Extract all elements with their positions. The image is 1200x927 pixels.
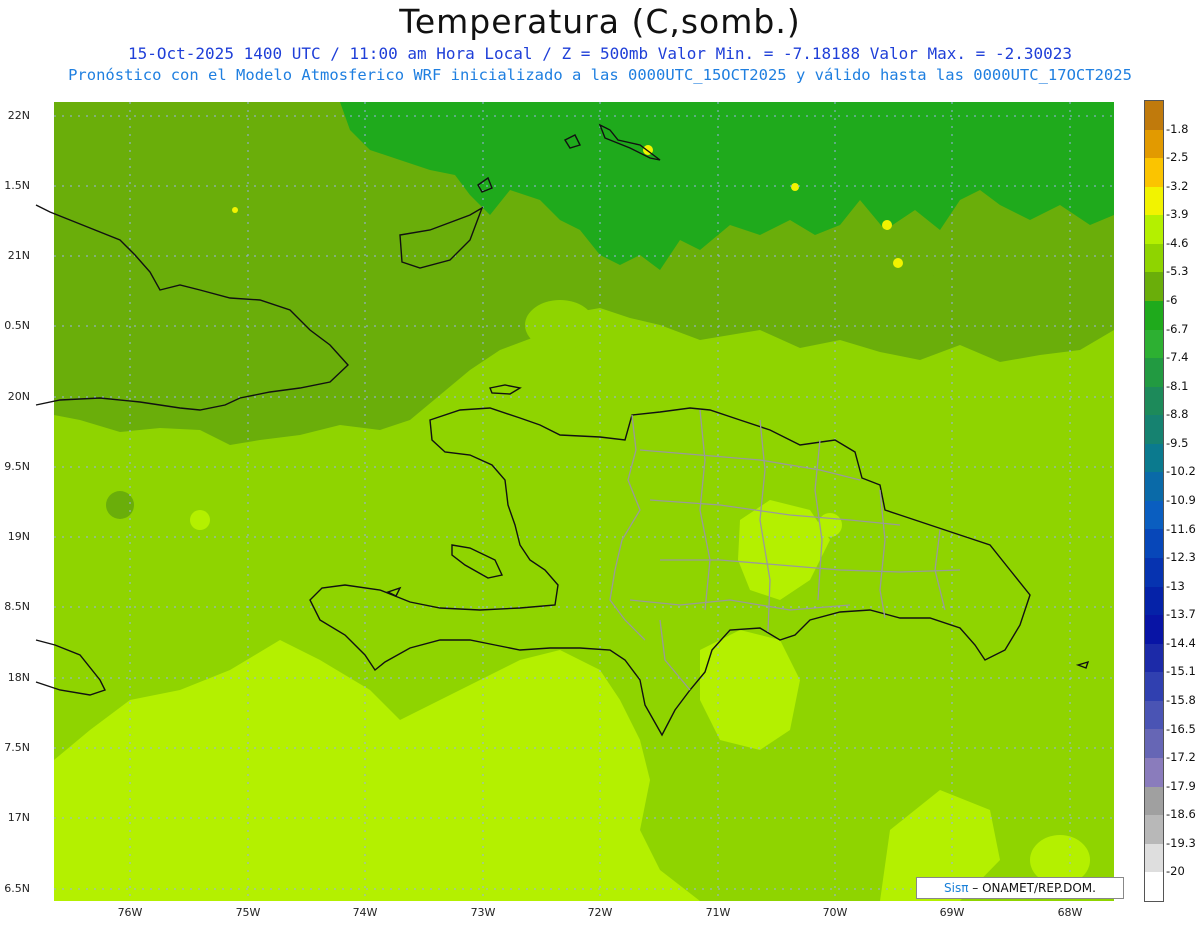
colorbar-label: -13.7 (1166, 607, 1196, 622)
colorbar-swatch (1145, 786, 1163, 816)
colorbar-swatch (1145, 386, 1163, 416)
colorbar-swatch (1145, 358, 1163, 387)
colorbar-swatch (1145, 158, 1163, 187)
lat-label: 8.5N (4, 600, 30, 613)
colorbar-label: -10.9 (1166, 493, 1196, 507)
lat-label: 18N (7, 671, 30, 684)
colorbar-swatch (1145, 300, 1163, 330)
colorbar-label: -3.2 (1166, 178, 1189, 193)
lat-label: 20N (7, 390, 30, 403)
colorbar-swatch (1145, 500, 1163, 530)
colorbar-label: -13 (1166, 578, 1185, 593)
colorbar-swatch (1145, 272, 1163, 301)
colorbar-label: -4.6 (1166, 235, 1189, 250)
lon-label: 70W (822, 906, 848, 919)
lon-label: 72W (587, 906, 613, 919)
colorbar-label: -15.1 (1166, 664, 1196, 679)
colorbar-label: -14.4 (1166, 635, 1196, 650)
colorbar-label: -7.4 (1166, 350, 1189, 365)
colorbar-label: -9.5 (1166, 435, 1189, 450)
colorbar-swatch (1145, 186, 1163, 216)
colorbar-swatch (1145, 757, 1163, 787)
colorbar-label: -15.8 (1166, 693, 1196, 707)
colorbar-label: -6.7 (1166, 321, 1189, 336)
lon-label: 75W (235, 906, 261, 919)
colorbar-label: -8.8 (1166, 407, 1189, 422)
colorbar-label: -5.3 (1166, 264, 1189, 279)
colorbar-swatch (1145, 843, 1163, 873)
colorbar-label: -8.1 (1166, 378, 1189, 393)
colorbar-label: -20 (1166, 864, 1185, 879)
colorbar-label: -17.9 (1166, 778, 1196, 793)
colorbar-label: -11.6 (1166, 521, 1196, 536)
temperature-map (35, 102, 1114, 901)
colorbar-label: -10.2 (1166, 464, 1196, 479)
colorbar-swatch (1145, 529, 1163, 558)
colorbar-swatch (1145, 615, 1163, 644)
lat-label: 22N (7, 109, 30, 122)
lon-label: 69W (939, 906, 965, 919)
lon-label: 71W (705, 906, 731, 919)
colorbar-swatch (1145, 415, 1163, 444)
colorbar-label: -12.3 (1166, 550, 1196, 565)
colorbar-swatch (1145, 129, 1163, 159)
colorbar-label: -18.6 (1166, 807, 1196, 822)
colorbar-swatch (1145, 672, 1163, 701)
colorbar-swatch (1145, 472, 1163, 501)
lat-label: 9.5N (4, 460, 30, 473)
credit-box: Sisπ – ONAMET/REP.DOM. (916, 877, 1124, 899)
lon-label: 73W (470, 906, 496, 919)
colorbar-label: -1.8 (1166, 121, 1189, 136)
colorbar-swatch (1145, 729, 1163, 758)
colorbar-swatch (1145, 586, 1163, 616)
colorbar-swatch (1145, 872, 1163, 901)
colorbar-label: -2.5 (1166, 150, 1189, 165)
colorbar-swatch (1145, 243, 1163, 273)
colorbar-label: -3.9 (1166, 207, 1189, 222)
lon-label: 68W (1057, 906, 1083, 919)
lat-label: 0.5N (4, 319, 30, 332)
colorbar-swatch (1145, 215, 1163, 244)
colorbar-swatch (1145, 815, 1163, 844)
lon-label: 76W (117, 906, 143, 919)
colorbar-label: -6 (1166, 293, 1178, 307)
colorbar (1144, 100, 1164, 902)
sispi-logo: Sisπ (944, 881, 969, 895)
lat-label: 6.5N (4, 882, 30, 895)
colorbar-swatch (1145, 643, 1163, 673)
lon-label: 74W (352, 906, 378, 919)
colorbar-swatch (1145, 329, 1163, 359)
colorbar-label: -16.5 (1166, 721, 1196, 736)
colorbar-swatch (1145, 101, 1163, 130)
lat-label: 17N (7, 811, 30, 824)
lat-label: 7.5N (4, 741, 30, 754)
colorbar-label: -19.3 (1166, 835, 1196, 850)
colorbar-swatch (1145, 700, 1163, 730)
lat-label: 1.5N (4, 179, 30, 192)
lat-label: 19N (7, 530, 30, 543)
lat-label: 21N (7, 249, 30, 262)
colorbar-label: -17.2 (1166, 750, 1196, 765)
credit-text: – ONAMET/REP.DOM. (972, 881, 1096, 895)
colorbar-swatch (1145, 443, 1163, 473)
colorbar-swatch (1145, 558, 1163, 587)
